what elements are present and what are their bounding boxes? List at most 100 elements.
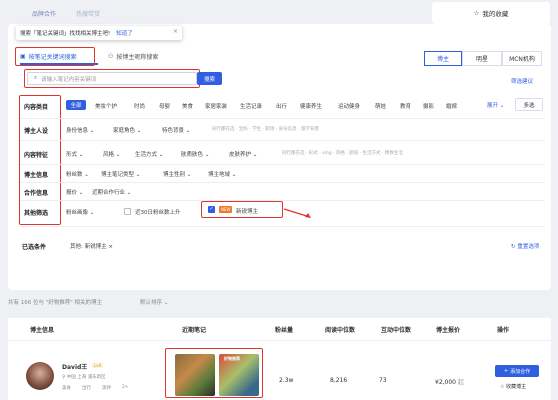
expand-link[interactable]: 展开 ⌄ xyxy=(487,101,504,109)
reset-link[interactable]: ↻ 重置选项 xyxy=(511,242,539,250)
dropdown-lifestyle[interactable]: 生活方式 ⌄ xyxy=(135,150,163,158)
highlight-box-keyword-tab xyxy=(15,47,95,66)
dropdown-identity[interactable]: 身份信息 ⌄ xyxy=(66,126,94,134)
top-bar: 品牌合作 热搜带货 ☆ 我的收藏 xyxy=(0,0,558,24)
selected-tag[interactable]: 其他: 新锐博主 × xyxy=(70,242,113,250)
option-content[interactable]: 美食 xyxy=(182,102,193,110)
row-label-content: 内容类目 xyxy=(24,104,49,111)
collect-blogger-button[interactable]: ☆ 收藏博主 xyxy=(500,383,526,390)
header-actions: 操作 xyxy=(497,327,510,334)
divider xyxy=(20,140,545,141)
star-icon: ☆ xyxy=(473,9,480,17)
highlight-box-search xyxy=(24,69,200,88)
option-content[interactable]: 生活记录 xyxy=(240,102,262,110)
highlight-box-filter-labels xyxy=(19,95,61,225)
tab-hot-search[interactable]: 热搜带货 xyxy=(76,9,100,18)
result-summary: 共有 166 位与 "好物推荐" 相关的博主 xyxy=(8,300,103,306)
search-button[interactable]: 搜索 xyxy=(197,72,222,85)
tab-nickname-search[interactable]: ⚇ 按博主昵称搜索 xyxy=(108,52,158,61)
option-content[interactable]: 健康养生 xyxy=(300,102,322,110)
selected-label: 已选条件 xyxy=(22,244,47,251)
segment-blogger[interactable]: 博主 xyxy=(424,51,462,66)
option-content[interactable]: 萌娃 xyxy=(375,102,386,110)
avatar[interactable] xyxy=(26,362,54,390)
option-all[interactable]: 全部 xyxy=(66,100,86,110)
sort-dropdown[interactable]: 默认排序 ⌄ xyxy=(140,298,168,306)
option-content[interactable]: 出行 xyxy=(276,102,287,110)
row-label-other: 其他筛选 xyxy=(24,210,49,217)
divider xyxy=(20,226,545,227)
new-badge: NEW xyxy=(219,206,233,213)
option-content[interactable]: 美妆个护 xyxy=(95,102,117,110)
option-content[interactable]: 运动健身 xyxy=(338,102,360,110)
divider xyxy=(20,164,545,165)
row-label-feature: 内容特征 xyxy=(24,152,49,159)
segment-mcn[interactable]: MCN机构 xyxy=(502,51,542,66)
multi-select-button[interactable]: 多选 xyxy=(515,98,543,111)
blogger-tag: 测评 xyxy=(102,386,111,391)
option-content[interactable]: 母婴 xyxy=(159,102,170,110)
plus-icon: + xyxy=(503,368,509,374)
got-it-link[interactable]: 知道了 xyxy=(116,29,133,37)
dropdown-style[interactable]: 风格 ⌄ xyxy=(103,150,120,158)
dropdown-gender[interactable]: 博主性别 ⌄ xyxy=(163,170,191,178)
header-reads[interactable]: 阅读中位数 xyxy=(325,325,355,334)
price-value: ¥2,000 起 xyxy=(435,379,464,386)
segment-celebrity[interactable]: 明星 xyxy=(462,51,502,66)
option-content[interactable]: 时尚 xyxy=(134,102,145,110)
user-icon: ⚇ xyxy=(108,53,114,60)
arrow-icon xyxy=(283,208,311,218)
blogger-tag: 出行 xyxy=(82,386,91,391)
female-icon: ♀ xyxy=(62,375,66,380)
fans-count: 2.3w xyxy=(279,377,294,384)
checkbox-new-blogger[interactable]: ✓ xyxy=(208,206,215,213)
read-median: 8,216 xyxy=(330,377,348,384)
dropdown-region[interactable]: 博主地域 ⌄ xyxy=(208,170,236,178)
header-interactions[interactable]: 互动中位数 xyxy=(381,325,411,334)
divider xyxy=(20,182,545,183)
note-title: 好物推荐 xyxy=(224,356,240,361)
dropdown-skin-type[interactable]: 肤质肤色 ⌄ xyxy=(181,150,209,158)
option-content[interactable]: 教育 xyxy=(400,102,411,110)
checkbox-fans-rising[interactable] xyxy=(124,208,131,215)
close-icon[interactable]: × xyxy=(173,28,178,35)
dropdown-skin-care[interactable]: 皮肤养护 ⌄ xyxy=(229,150,257,158)
persona-hint: 同行都在选 · 宝妈 · 学生 · 职场 · 身份信息 · 留学背景 xyxy=(212,127,319,132)
refresh-icon: ↻ xyxy=(511,244,516,250)
star-icon: ☆ xyxy=(500,384,505,390)
blogger-name[interactable]: David王 xyxy=(62,362,87,371)
dropdown-format[interactable]: 形式 ⌄ xyxy=(66,150,83,158)
dropdown-note-type[interactable]: 博主笔记类型 ⌄ xyxy=(101,170,140,178)
search-tip-popover: 搜索「笔记关键词」找找相关博主吧! 知道了 × xyxy=(16,26,182,40)
option-content[interactable]: 婚嫁 xyxy=(446,102,457,110)
filter-suggestion-link[interactable]: 筛选建议 xyxy=(511,77,533,85)
header-price[interactable]: 博主报价 xyxy=(436,325,460,334)
dropdown-family-role[interactable]: 家庭角色 ⌄ xyxy=(113,126,141,134)
new-blogger-label: 新锐博主 xyxy=(236,209,259,215)
dropdown-fans[interactable]: 粉丝数 ⌄ xyxy=(66,170,89,178)
blogger-location: ♀ 中国 上海 浦东新区 xyxy=(62,375,106,380)
blogger-tag: 美食 xyxy=(62,386,71,391)
fans-rising-label: 近30日粉丝数上升 xyxy=(135,210,181,216)
row-label-info: 博主信息 xyxy=(24,172,49,179)
row-label-coop: 合作信息 xyxy=(24,190,49,197)
note-thumbnail[interactable] xyxy=(175,354,215,396)
dropdown-special-background[interactable]: 特色背景 ⌄ xyxy=(162,126,190,134)
feature-hint: 同行都在选 · 形式 · vlog · 风格 · 颜值 · 生活方式 · 精致生… xyxy=(282,151,403,156)
level-badge: Lv4 xyxy=(92,363,104,368)
interaction-median: 73 xyxy=(379,377,387,384)
tab-brand-cooperation[interactable]: 品牌合作 xyxy=(32,9,56,18)
favorites-button[interactable]: ☆ 我的收藏 xyxy=(432,2,550,24)
dropdown-price[interactable]: 报价 ⌄ xyxy=(66,188,83,196)
header-recent-notes: 近期笔记 xyxy=(182,327,207,334)
dropdown-recent-industry[interactable]: 近期合作行业 ⌄ xyxy=(92,188,131,196)
row-label-persona: 博主人设 xyxy=(24,128,49,135)
divider xyxy=(20,118,545,119)
option-content[interactable]: 家居家装 xyxy=(205,102,227,110)
blogger-tag: 2+ xyxy=(122,385,129,390)
divider xyxy=(8,340,551,341)
option-content[interactable]: 摄影 xyxy=(423,102,434,110)
dropdown-fan-profile[interactable]: 粉丝画像 ⌄ xyxy=(66,208,94,216)
header-fans[interactable]: 粉丝量 xyxy=(275,325,293,334)
add-cooperation-button[interactable]: + 添加合作 xyxy=(495,365,539,377)
